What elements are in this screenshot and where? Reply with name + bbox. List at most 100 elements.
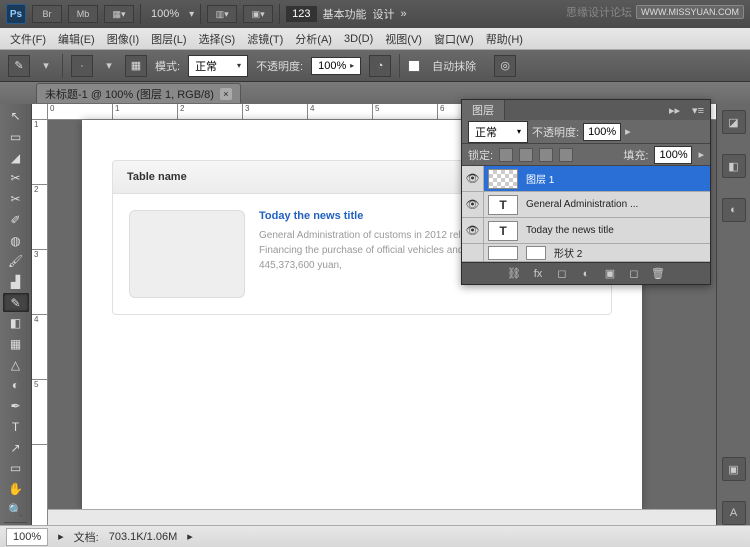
layer-name[interactable]: Today the news title [522,225,710,236]
layer-name[interactable]: General Administration ... [522,199,710,210]
quick-select-tool[interactable]: ✂ [3,169,29,188]
layer-row[interactable]: 👁 图层 1 [462,166,710,192]
zoom-dropdown-icon[interactable]: ▾ [189,9,194,20]
adjustment-layer-icon[interactable]: ◐ [579,267,593,281]
text-layer-icon[interactable]: T [488,221,518,241]
layer-row[interactable]: 👁 T General Administration ... [462,192,710,218]
layers-tab[interactable]: 图层 [462,100,505,120]
opacity-arrow-icon[interactable]: ▸ [625,125,631,138]
layer-name[interactable]: 形状 2 [550,245,710,260]
blur-tool[interactable]: △ [3,355,29,374]
status-arrow-icon[interactable]: ▸ [58,530,64,543]
layer-opacity-field[interactable]: 100% [583,123,621,141]
lock-all-icon[interactable] [559,148,573,162]
menu-view[interactable]: 视图(V) [379,29,428,49]
brush-preset-button[interactable]: · [71,55,93,77]
eyedropper-tool[interactable]: ✐ [3,211,29,230]
type-tool[interactable]: T [3,418,29,437]
layers-panel[interactable]: 图层 ▸▸ ▾≡ 正常▾ 不透明度: 100% ▸ 锁定: 填充: 100% ▸… [461,99,711,285]
menu-image[interactable]: 图像(I) [101,29,145,49]
new-layer-icon[interactable]: ◻ [627,267,641,281]
panel-menu-icon[interactable]: ▾≡ [686,104,710,117]
menu-edit[interactable]: 编辑(E) [52,29,101,49]
auto-erase-checkbox[interactable] [408,60,420,72]
zoom-tool[interactable]: 🔍 [3,500,29,519]
brush-panel-button[interactable]: ▦ [125,55,147,77]
minibridge-button[interactable]: Mb [68,5,98,23]
view-extras-button[interactable]: ▦▾ [104,5,134,23]
layer-group-icon[interactable]: ▣ [603,267,617,281]
layer-thumbnail[interactable] [488,169,518,189]
workspace-design[interactable]: 设计 [373,6,395,22]
menu-select[interactable]: 选择(S) [193,29,242,49]
delete-layer-icon[interactable]: 🗑 [651,267,665,281]
menu-filter[interactable]: 滤镜(T) [241,29,289,49]
dock-swatches-icon[interactable]: ◪ [722,110,746,134]
brush-dropdown-icon[interactable]: ▾ [101,55,117,77]
text-layer-icon[interactable]: T [488,195,518,215]
menu-file[interactable]: 文件(F) [4,29,52,49]
arrange-docs-button[interactable]: ▥▾ [207,5,237,23]
layer-fill-field[interactable]: 100% [654,146,692,164]
healing-tool[interactable]: ◍ [3,231,29,250]
bridge-button[interactable]: Br [32,5,62,23]
workspace-essentials[interactable]: 基本功能 [323,6,367,22]
visibility-eye-icon[interactable]: 👁 [462,218,484,243]
layer-mask-icon[interactable]: ◻ [555,267,569,281]
layer-name[interactable]: 图层 1 [522,171,710,186]
layer-mask-thumbnail[interactable] [526,246,546,260]
lasso-tool[interactable]: ◢ [3,148,29,167]
link-layers-icon[interactable]: ⛓ [507,267,521,281]
tablet-opacity-icon[interactable]: ◔ [369,55,391,77]
lock-position-icon[interactable] [539,148,553,162]
close-tab-icon[interactable]: × [220,88,232,100]
menu-window[interactable]: 窗口(W) [428,29,480,49]
zoom-level[interactable]: 100% [147,8,183,20]
marquee-tool[interactable]: ▭ [3,128,29,147]
fill-arrow-icon[interactable]: ▸ [698,148,704,161]
dock-styles-icon[interactable]: ◧ [722,154,746,178]
status-menu-icon[interactable]: ▸ [187,530,193,543]
vertical-ruler[interactable]: 12345 [32,120,48,525]
dock-history-icon[interactable]: ▣ [722,457,746,481]
menu-3d[interactable]: 3D(D) [338,31,379,47]
gradient-tool[interactable]: ▦ [3,335,29,354]
layer-row[interactable]: 形状 2 [462,244,710,262]
opacity-field[interactable]: 100%▸ [311,57,361,75]
current-tool-icon[interactable]: ✎ [8,55,30,77]
layer-row[interactable]: 👁 T Today the news title [462,218,710,244]
menu-help[interactable]: 帮助(H) [480,29,529,49]
horizontal-scrollbar[interactable] [48,509,750,525]
workspace-more-icon[interactable]: » [401,8,407,20]
stamp-tool[interactable]: ▟ [3,273,29,292]
visibility-eye-icon[interactable] [462,244,484,261]
screen-mode-button[interactable]: ▣▾ [243,5,273,23]
shape-tool[interactable]: ▭ [3,459,29,478]
panel-collapse-icon[interactable]: ▸▸ [663,104,686,117]
tablet-icon[interactable]: ◎ [494,55,516,77]
document-tab[interactable]: 未标题-1 @ 100% (图层 1, RGB/8) × [36,83,241,103]
lock-transparent-icon[interactable] [499,148,513,162]
path-select-tool[interactable]: ↗ [3,438,29,457]
visibility-eye-icon[interactable]: 👁 [462,192,484,217]
crop-tool[interactable]: ✂ [3,190,29,209]
layer-blend-dropdown[interactable]: 正常▾ [468,121,528,143]
dock-character-icon[interactable]: A [722,501,746,525]
brush-tool[interactable]: 🖌 [3,252,29,271]
layer-thumbnail[interactable] [488,246,518,260]
move-tool[interactable]: ↖ [3,107,29,126]
status-zoom[interactable]: 100% [6,528,48,546]
pencil-tool[interactable]: ✎ [3,293,29,312]
tool-preset-dropdown-icon[interactable]: ▾ [38,55,54,77]
menu-analysis[interactable]: 分析(A) [289,29,338,49]
dock-adjustments-icon[interactable]: ◐ [722,198,746,222]
menu-layer[interactable]: 图层(L) [145,29,192,49]
eraser-tool[interactable]: ◧ [3,314,29,333]
hand-tool[interactable]: ✋ [3,480,29,499]
dodge-tool[interactable]: ◐ [3,376,29,395]
visibility-eye-icon[interactable]: 👁 [462,166,484,191]
blend-mode-dropdown[interactable]: 正常▾ [188,55,248,77]
pen-tool[interactable]: ✒ [3,397,29,416]
workspace-123-button[interactable]: 123 [286,6,316,22]
layer-style-icon[interactable]: fx [531,267,545,281]
